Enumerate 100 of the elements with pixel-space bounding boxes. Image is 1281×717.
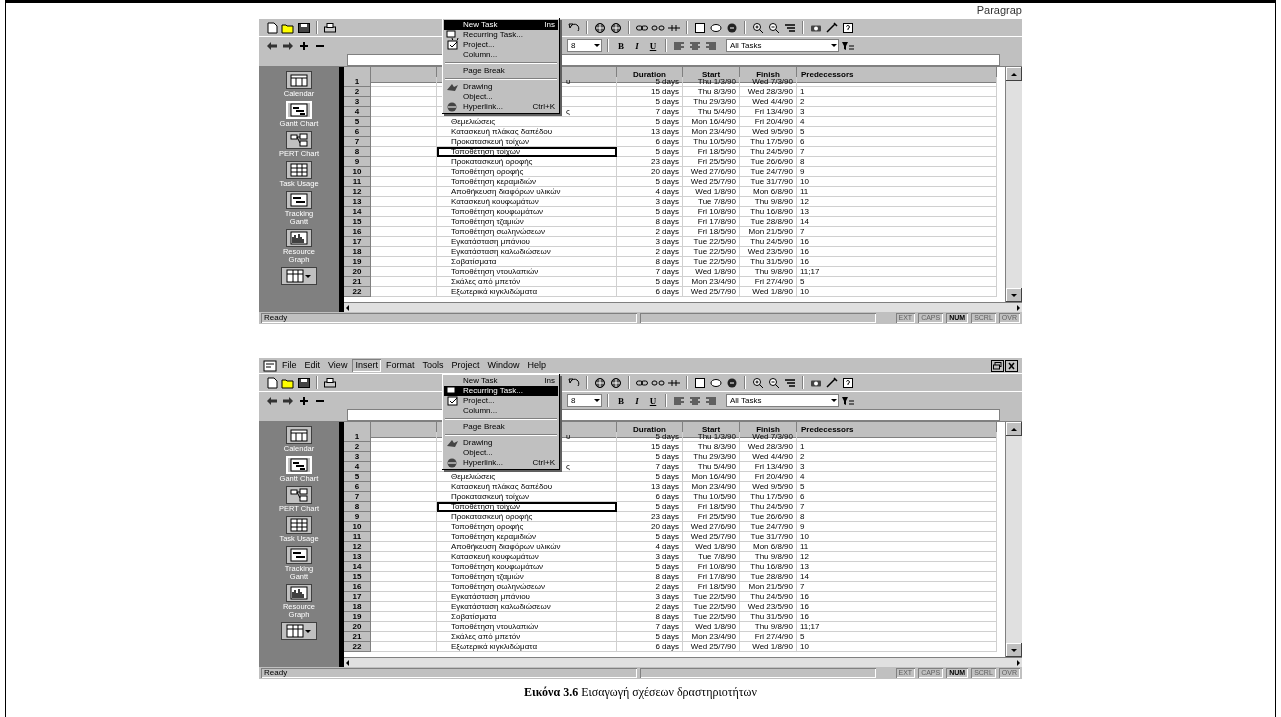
close-icon[interactable] bbox=[1005, 359, 1018, 372]
histogram-icon[interactable] bbox=[290, 586, 308, 600]
flowchart-icon[interactable] bbox=[290, 133, 308, 147]
align-center-icon[interactable] bbox=[688, 394, 702, 407]
plus-icon[interactable] bbox=[297, 394, 311, 407]
table-icon[interactable] bbox=[290, 518, 308, 532]
align-center-icon[interactable] bbox=[688, 39, 702, 52]
filter-icon[interactable] bbox=[841, 394, 855, 407]
indent-arrow-icon[interactable] bbox=[281, 394, 295, 407]
menu-item[interactable]: Edit bbox=[301, 359, 324, 372]
zoom-in-icon[interactable] bbox=[751, 21, 765, 34]
globe-icon[interactable] bbox=[609, 376, 623, 389]
table-icon[interactable] bbox=[290, 163, 308, 177]
printer-icon[interactable] bbox=[323, 21, 337, 34]
caret-icon[interactable] bbox=[593, 397, 601, 404]
globe-icon[interactable] bbox=[593, 376, 607, 389]
font-size-dropdown[interactable]: 8 bbox=[567, 39, 602, 52]
wand-icon[interactable] bbox=[825, 376, 839, 389]
scroll-up-icon[interactable] bbox=[1010, 70, 1018, 78]
menu-option[interactable]: Page Break bbox=[444, 66, 558, 76]
globe-icon[interactable] bbox=[609, 21, 623, 34]
menu-option[interactable]: Column... bbox=[444, 406, 558, 416]
align-right-icon[interactable] bbox=[704, 394, 718, 407]
column-header[interactable]: Predecessors bbox=[797, 422, 997, 438]
help-icon[interactable] bbox=[841, 376, 855, 389]
underline-button[interactable]: U bbox=[646, 39, 660, 52]
italic-button[interactable]: I bbox=[630, 394, 644, 407]
help-icon[interactable] bbox=[841, 21, 855, 34]
open-folder-icon[interactable] bbox=[281, 21, 295, 34]
oval-icon[interactable] bbox=[709, 376, 723, 389]
menu-option[interactable]: Page Break bbox=[444, 422, 558, 432]
flowchart-icon[interactable] bbox=[290, 488, 308, 502]
indent-arrow-icon[interactable] bbox=[281, 39, 295, 52]
menu-option[interactable]: New Task Ins bbox=[444, 376, 558, 386]
align-left-icon[interactable] bbox=[672, 394, 686, 407]
horizontal-scrollbar[interactable] bbox=[344, 302, 1022, 312]
font-size-dropdown[interactable]: 8 bbox=[567, 394, 602, 407]
menu-option[interactable]: Project... bbox=[444, 40, 558, 50]
save-icon[interactable] bbox=[297, 376, 311, 389]
scroll-right-icon[interactable] bbox=[1014, 658, 1022, 667]
oval-icon[interactable] bbox=[709, 21, 723, 34]
menu-option[interactable]: Object... bbox=[444, 448, 558, 458]
menu-item[interactable]: File bbox=[279, 359, 300, 372]
vertical-scrollbar[interactable] bbox=[1005, 67, 1022, 302]
menu-item[interactable]: Window bbox=[484, 359, 523, 372]
scroll-down-icon[interactable] bbox=[1010, 646, 1018, 654]
column-header[interactable]: Predecessors bbox=[797, 67, 997, 83]
align-left-icon[interactable] bbox=[672, 39, 686, 52]
scroll-down-icon[interactable] bbox=[1010, 291, 1018, 299]
vertical-scrollbar[interactable] bbox=[1005, 422, 1022, 657]
caret-icon[interactable] bbox=[830, 42, 838, 49]
printer-icon[interactable] bbox=[323, 376, 337, 389]
underline-button[interactable]: U bbox=[646, 394, 660, 407]
align-right-icon[interactable] bbox=[704, 39, 718, 52]
italic-button[interactable]: I bbox=[630, 39, 644, 52]
calendar-icon[interactable] bbox=[290, 428, 308, 442]
globe-icon[interactable] bbox=[593, 21, 607, 34]
zoom-out-icon[interactable] bbox=[767, 21, 781, 34]
scroll-left-icon[interactable] bbox=[344, 658, 352, 667]
note-icon[interactable] bbox=[693, 376, 707, 389]
menu-item[interactable]: Help bbox=[524, 359, 549, 372]
app-icon[interactable] bbox=[263, 359, 277, 372]
caret-icon[interactable] bbox=[304, 627, 312, 635]
wand-icon[interactable] bbox=[825, 21, 839, 34]
calendar-icon[interactable] bbox=[290, 73, 308, 87]
save-icon[interactable] bbox=[297, 21, 311, 34]
bar-chart-icon[interactable] bbox=[290, 193, 308, 207]
histogram-icon[interactable] bbox=[290, 231, 308, 245]
scroll-right-icon[interactable] bbox=[1014, 303, 1022, 312]
filter-icon[interactable] bbox=[841, 39, 855, 52]
caret-icon[interactable] bbox=[593, 42, 601, 49]
horizontal-scrollbar[interactable] bbox=[344, 657, 1022, 667]
filter-dropdown[interactable]: All Tasks bbox=[726, 394, 839, 407]
bar-chart-icon[interactable] bbox=[290, 103, 308, 117]
menu-option[interactable]: Recurring Task... bbox=[444, 386, 558, 396]
new-file-icon[interactable] bbox=[265, 376, 279, 389]
caret-icon[interactable] bbox=[304, 272, 312, 280]
menu-item[interactable]: Tools bbox=[419, 359, 447, 372]
table-icon[interactable] bbox=[286, 624, 304, 638]
menu-option[interactable]: New Task Ins bbox=[444, 20, 558, 30]
scroll-up-icon[interactable] bbox=[1010, 425, 1018, 433]
bar-chart-icon[interactable] bbox=[290, 458, 308, 472]
scroll-left-icon[interactable] bbox=[344, 303, 352, 312]
menu-item[interactable]: Project bbox=[448, 359, 483, 372]
menu-option[interactable]: Object... bbox=[444, 92, 558, 102]
zoom-out-icon[interactable] bbox=[767, 376, 781, 389]
menu-option[interactable]: Project... bbox=[444, 396, 558, 406]
menu-item[interactable]: Insert bbox=[352, 359, 381, 372]
plus-icon[interactable] bbox=[297, 39, 311, 52]
menu-item[interactable]: View bbox=[325, 359, 351, 372]
filter-dropdown[interactable]: All Tasks bbox=[726, 39, 839, 52]
bold-button[interactable]: B bbox=[614, 39, 628, 52]
open-folder-icon[interactable] bbox=[281, 376, 295, 389]
bold-button[interactable]: B bbox=[614, 394, 628, 407]
zoom-in-icon[interactable] bbox=[751, 376, 765, 389]
bar-chart-icon[interactable] bbox=[290, 548, 308, 562]
caret-icon[interactable] bbox=[830, 397, 838, 404]
menu-option[interactable]: Recurring Task... bbox=[444, 30, 558, 40]
restore-icon[interactable] bbox=[991, 359, 1004, 372]
new-file-icon[interactable] bbox=[265, 21, 279, 34]
